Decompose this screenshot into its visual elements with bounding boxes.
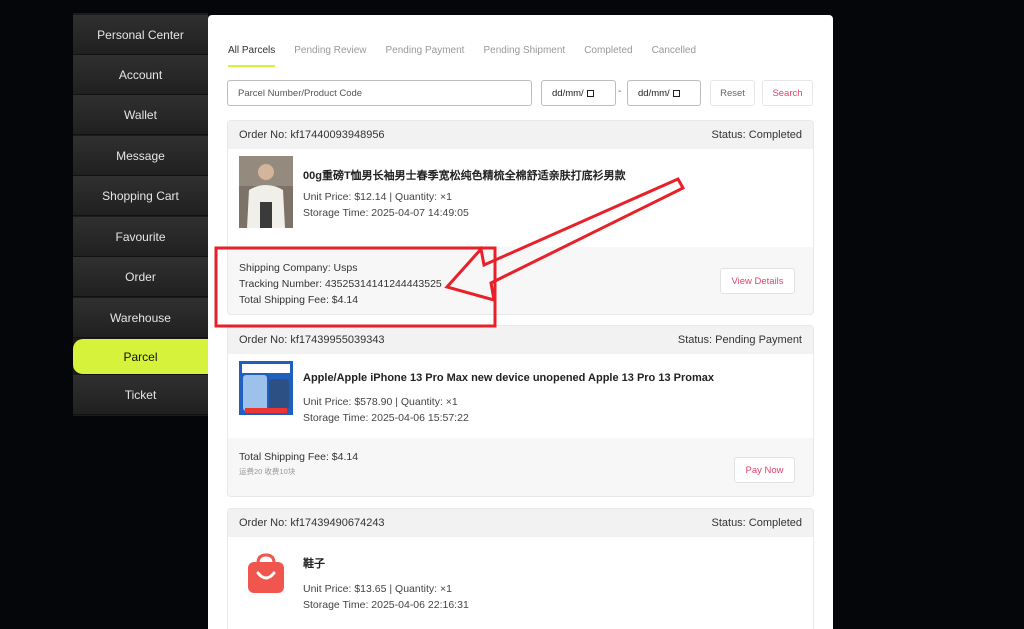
- unit-price-quantity: Unit Price: $12.14 | Quantity: ×1: [303, 191, 452, 203]
- product-title[interactable]: 鞋子: [303, 555, 325, 571]
- order-card: Order No: kf17439490674243 Status: Compl…: [227, 508, 814, 629]
- storage-time: Storage Time: 2025-04-07 14:49:05: [303, 207, 469, 219]
- product-title[interactable]: 00g重磅T恤男长袖男士春季宽松纯色精梳全棉舒适亲肤打底衫男款: [303, 167, 626, 183]
- date-to-input[interactable]: dd/mm/: [627, 80, 701, 106]
- pay-now-button[interactable]: Pay Now: [734, 457, 795, 483]
- order-card-header: Order No: kf17440093948956 Status: Compl…: [228, 121, 813, 149]
- shopping-bag-icon[interactable]: [244, 551, 288, 595]
- sidebar-item-personal-center[interactable]: Personal Center: [73, 15, 208, 55]
- parcel-status-tabs: All Parcels Pending Review Pending Payme…: [228, 39, 715, 67]
- tab-completed[interactable]: Completed: [584, 39, 632, 67]
- filter-bar: Parcel Number/Product Code dd/mm/ - dd/m…: [227, 80, 814, 106]
- shipping-fee: Total Shipping Fee: $4.14: [239, 451, 359, 463]
- date-to-value: dd/mm/: [638, 87, 670, 99]
- sidebar-item-order[interactable]: Order: [73, 257, 208, 297]
- product-image[interactable]: [239, 361, 293, 415]
- order-number: Order No: kf17439955039343: [239, 334, 385, 346]
- product-title[interactable]: Apple/Apple iPhone 13 Pro Max new device…: [303, 372, 714, 384]
- storage-time: Storage Time: 2025-04-06 22:16:31: [303, 599, 469, 611]
- unit-price-quantity: Unit Price: $578.90 | Quantity: ×1: [303, 396, 458, 408]
- tab-cancelled[interactable]: Cancelled: [652, 39, 696, 67]
- calendar-icon[interactable]: [672, 89, 680, 97]
- reset-button[interactable]: Reset: [710, 80, 755, 106]
- search-button[interactable]: Search: [762, 80, 813, 106]
- storage-time: Storage Time: 2025-04-06 15:57:22: [303, 412, 469, 424]
- sidebar-item-message[interactable]: Message: [73, 136, 208, 176]
- tab-pending-review[interactable]: Pending Review: [294, 39, 366, 67]
- sidebar-item-account[interactable]: Account: [73, 55, 208, 95]
- sidebar-item-shopping-cart[interactable]: Shopping Cart: [73, 176, 208, 216]
- order-product: 鞋子 Unit Price: $13.65 | Quantity: ×1 Sto…: [228, 537, 813, 629]
- parcel-panel: All Parcels Pending Review Pending Payme…: [208, 15, 833, 629]
- tab-all-parcels[interactable]: All Parcels: [228, 39, 276, 67]
- sidebar-nav: Personal Center Account Wallet Message S…: [73, 13, 208, 416]
- date-from-value: dd/mm/: [552, 87, 584, 99]
- order-card: Order No: kf17439955039343 Status: Pendi…: [227, 325, 814, 497]
- order-status: Status: Pending Payment: [677, 334, 802, 346]
- shipping-info: Total Shipping Fee: $4.14 运费20 收费10块 Pay…: [228, 438, 813, 496]
- sidebar-item-ticket[interactable]: Ticket: [73, 375, 208, 415]
- tab-pending-shipment[interactable]: Pending Shipment: [483, 39, 565, 67]
- calendar-icon[interactable]: [586, 89, 594, 97]
- order-card: Order No: kf17440093948956 Status: Compl…: [227, 120, 814, 315]
- tracking-number: Tracking Number: 43525314141244443525: [239, 278, 442, 290]
- sidebar-item-parcel[interactable]: Parcel: [73, 339, 208, 375]
- order-product: 00g重磅T恤男长袖男士春季宽松纯色精梳全棉舒适亲肤打底衫男款 Unit Pri…: [228, 149, 813, 247]
- order-status: Status: Completed: [711, 517, 803, 529]
- date-from-input[interactable]: dd/mm/: [541, 80, 616, 106]
- shipping-company: Shipping Company: Usps: [239, 262, 358, 274]
- parcel-search-input[interactable]: Parcel Number/Product Code: [227, 80, 532, 106]
- order-product: Apple/Apple iPhone 13 Pro Max new device…: [228, 354, 813, 438]
- view-details-button[interactable]: View Details: [720, 268, 795, 294]
- order-number: Order No: kf17439490674243: [239, 517, 385, 529]
- sidebar-item-wallet[interactable]: Wallet: [73, 95, 208, 135]
- unit-price-quantity: Unit Price: $13.65 | Quantity: ×1: [303, 583, 452, 595]
- sidebar-item-favourite[interactable]: Favourite: [73, 217, 208, 257]
- sidebar-item-warehouse[interactable]: Warehouse: [73, 298, 208, 338]
- order-number: Order No: kf17440093948956: [239, 129, 385, 141]
- order-status: Status: Completed: [711, 129, 803, 141]
- date-separator: -: [618, 86, 622, 97]
- product-image[interactable]: [239, 156, 293, 228]
- tab-pending-payment[interactable]: Pending Payment: [386, 39, 465, 67]
- order-card-header: Order No: kf17439490674243 Status: Compl…: [228, 509, 813, 537]
- shipping-info: Shipping Company: Usps Tracking Number: …: [228, 247, 813, 314]
- fee-note: 运费20 收费10块: [239, 467, 296, 476]
- order-card-header: Order No: kf17439955039343 Status: Pendi…: [228, 326, 813, 354]
- shipping-fee: Total Shipping Fee: $4.14: [239, 294, 359, 306]
